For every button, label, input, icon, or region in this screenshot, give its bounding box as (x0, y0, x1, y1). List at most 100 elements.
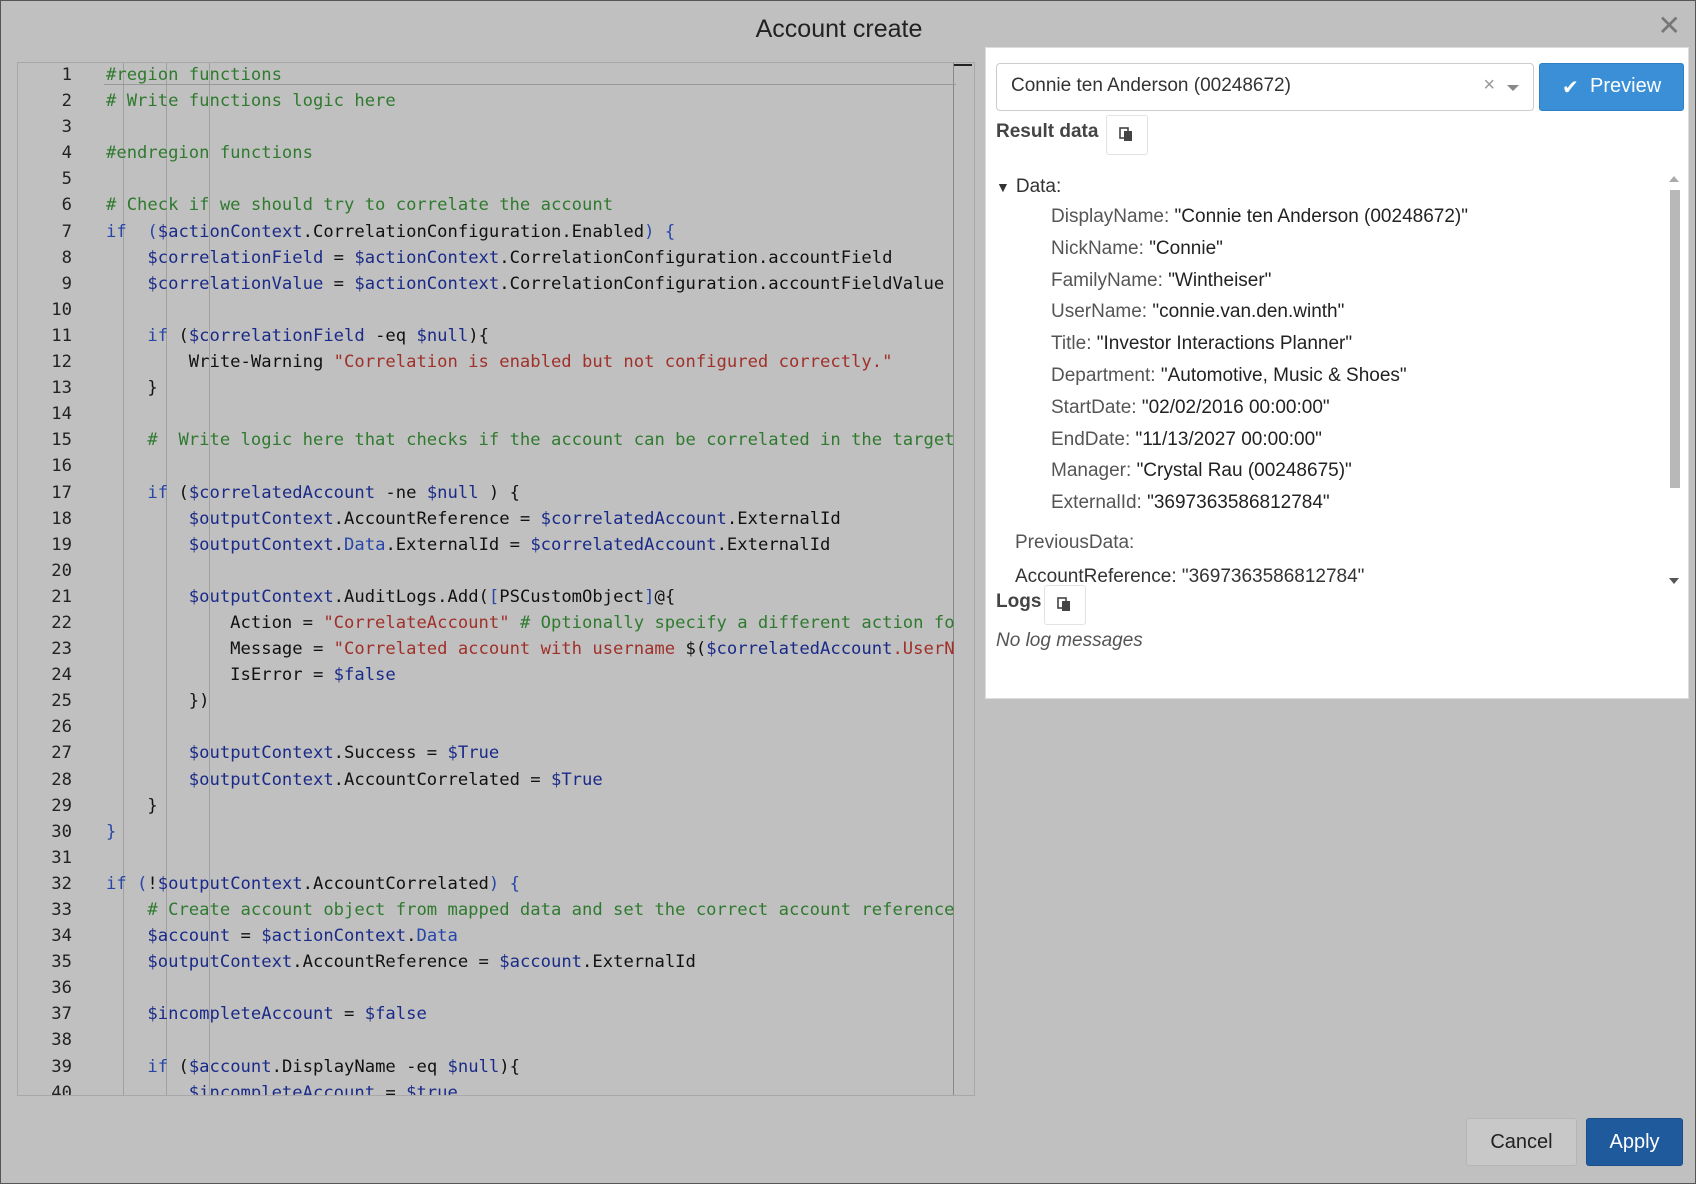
code-token: $true (406, 1082, 458, 1096)
field-value: "Connie" (1149, 237, 1223, 259)
line-number: 3 (61, 117, 72, 138)
tree-root[interactable]: ▼ Data: (996, 176, 1061, 198)
result-field: NickName: "Connie" (1051, 238, 1223, 260)
line-number: 1 (61, 65, 72, 85)
code-line: 13 } (18, 375, 974, 401)
result-field: DisplayName: "Connie ten Anderson (00248… (1051, 206, 1468, 228)
code-token: ( (168, 1056, 189, 1077)
field-key: DisplayName: (1051, 206, 1170, 227)
line-number: 23 (51, 639, 72, 660)
code-line: 8 $correlationField = $actionContext.Cor… (18, 245, 974, 271)
field-value: "Wintheiser" (1168, 269, 1272, 291)
code-token: = (323, 247, 355, 268)
line-number: 18 (51, 508, 72, 529)
code-token: "Correlation is enabled but not configur… (333, 352, 893, 373)
line-code: if ($account.DisplayName -eq $null){ (106, 1054, 520, 1080)
collapse-triangle-icon[interactable]: ▼ (996, 179, 1010, 195)
line-number: 10 (51, 299, 72, 320)
line-number: 24 (51, 665, 72, 686)
code-token: ( (168, 482, 189, 503)
code-token: $false (364, 1004, 427, 1025)
code-token: Action = (106, 612, 324, 633)
field-value: "Crystal Rau (00248675)" (1136, 460, 1352, 482)
code-token: -ne (375, 482, 427, 503)
result-field: StartDate: "02/02/2016 00:00:00" (1051, 397, 1330, 419)
line-number: 11 (51, 325, 72, 346)
scroll-up-icon[interactable] (1669, 176, 1679, 182)
account-create-dialog: Account create ✕ 1 #region functions 2 # Wr… (0, 0, 1696, 1184)
code-token: Write-Warning (106, 352, 334, 373)
line-code: Write-Warning "Correlation is enabled bu… (106, 349, 893, 375)
line-code: } (106, 375, 157, 401)
code-token: .ExternalId = (385, 534, 531, 555)
code-line: 35 $outputContext.AccountReference = $ac… (18, 949, 974, 975)
line-number: 27 (51, 743, 72, 764)
code-line: 32 if (!$outputContext.AccountCorrelated)… (18, 871, 974, 897)
code-line: 24 IsError = $false (18, 662, 974, 688)
copy-logs-button[interactable] (1044, 585, 1086, 625)
code-token: = (375, 1082, 407, 1096)
code-token: $outputContext (147, 952, 293, 973)
code-token: $True (550, 769, 603, 790)
code-token: [ (488, 586, 500, 607)
line-code: # Write functions logic here (106, 88, 396, 114)
preview-button[interactable]: ✔ Preview (1539, 63, 1684, 111)
code-line: 30} (18, 819, 974, 845)
clear-icon[interactable]: × (1483, 74, 1495, 97)
code-token: .CorrelationConfiguration.accountField (499, 247, 893, 268)
field-key: NickName: (1051, 237, 1144, 259)
code-token: Data (416, 926, 458, 947)
line-number: 29 (51, 795, 72, 816)
line-code: # Create account object from mapped data… (106, 897, 955, 923)
code-token: = (333, 1004, 365, 1025)
code-token: } (106, 795, 158, 816)
scroll-down-icon[interactable] (1669, 578, 1679, 584)
code-token: $outputContext (188, 586, 334, 607)
preview-panel: Connie ten Anderson (00248672) × ✔ Previ… (985, 47, 1689, 699)
code-token: if (147, 482, 169, 503)
field-key: Title: (1051, 333, 1092, 355)
code-token: $outputContext (157, 873, 303, 894)
code-token: # Write logic here that checks if the ac… (147, 430, 955, 451)
scrollbar-thumb[interactable] (1670, 190, 1680, 488)
dialog-title: Account create (755, 15, 923, 43)
field-value: "02/02/2016 00:00:00" (1141, 396, 1330, 418)
code-line: 2 # Write functions logic here (18, 88, 974, 114)
code-token: # Create account object from mapped data… (147, 900, 955, 920)
code-token: if (147, 1056, 169, 1077)
code-line: 40 $incompleteAccount = $true (18, 1080, 974, 1096)
code-token: $account (499, 952, 583, 973)
code-line: 1 #region functions (18, 63, 974, 88)
result-tree[interactable]: ▼ Data: DisplayName: "Connie ten Anderson… (996, 170, 1666, 590)
cancel-button[interactable]: Cancel (1466, 1118, 1577, 1166)
line-code: if ($correlationField -eq $null){ (106, 323, 489, 349)
code-token: if (147, 325, 169, 346)
code-token: $account (147, 926, 231, 947)
code-token: .AccountReference = (292, 952, 500, 973)
code-token: $actionContext (157, 221, 303, 242)
code-token: ! (147, 873, 158, 894)
code-line: 25 }) (18, 688, 974, 714)
chevron-down-icon[interactable] (1507, 85, 1519, 91)
line-code: Message = "Correlated account with usern… (106, 636, 954, 662)
line-number: 15 (51, 430, 72, 451)
code-editor[interactable]: 1 #region functions 2 # Write functions log… (17, 62, 975, 1096)
result-field: Manager: "Crystal Rau (00248675)" (1051, 460, 1352, 482)
code-token: $account (188, 1056, 272, 1077)
code-token: $outputContext (188, 769, 334, 790)
code-token: "Correlated account with username (333, 639, 686, 660)
line-number: 38 (51, 1030, 72, 1051)
close-icon[interactable]: ✕ (1658, 9, 1681, 42)
result-scrollbar[interactable] (1666, 170, 1682, 590)
code-line: 14 (18, 401, 974, 427)
copy-result-button[interactable] (1106, 115, 1148, 155)
code-token: }) (106, 691, 210, 712)
apply-button[interactable]: Apply (1586, 1118, 1683, 1166)
person-select[interactable]: Connie ten Anderson (00248672) × (996, 63, 1534, 111)
